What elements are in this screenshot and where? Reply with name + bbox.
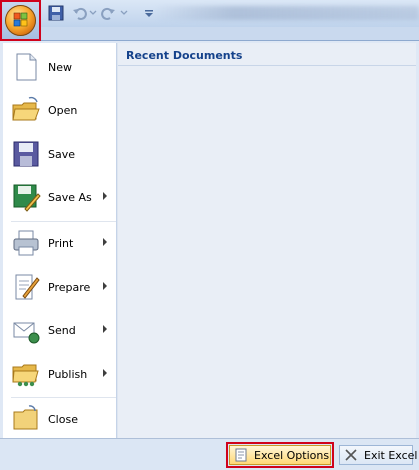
excel-options-label: Excel Options (254, 449, 330, 462)
publish-icon (12, 364, 39, 387)
menu-separator (11, 397, 116, 398)
recent-documents-title: Recent Documents (126, 49, 243, 62)
menu-item-send[interactable]: Send (3, 311, 116, 351)
send-icon (13, 322, 40, 344)
menu-item-save[interactable]: Save (3, 135, 116, 175)
save-as-icon (13, 184, 41, 212)
menu-item-label: Save (48, 148, 76, 161)
submenu-arrow-icon (103, 238, 107, 246)
redo-dropdown-icon[interactable] (120, 5, 128, 21)
exit-excel-button[interactable]: Exit Excel (339, 445, 417, 465)
menu-item-label: Prepare (48, 281, 91, 294)
submenu-arrow-icon (103, 282, 107, 290)
customize-qat-icon[interactable] (144, 5, 154, 21)
menu-item-label: Open (48, 104, 78, 117)
menu-item-save-as[interactable]: Save As (3, 178, 116, 218)
quick-access-toolbar (0, 0, 419, 27)
menu-item-label: Print (48, 237, 74, 250)
submenu-arrow-icon (103, 325, 107, 333)
undo-icon[interactable] (72, 5, 88, 21)
menu-item-label: Send (48, 324, 76, 337)
menu-item-print[interactable]: Print (3, 224, 116, 264)
office-logo-icon (5, 5, 36, 36)
recent-documents-pane: Recent Documents (117, 43, 416, 439)
menu-commands-pane: New Open Save Save As Print Prepare Send… (3, 43, 117, 439)
close-folder-icon (13, 405, 38, 430)
menu-item-close[interactable]: Close (3, 400, 116, 440)
menu-separator (11, 221, 116, 222)
submenu-arrow-icon (103, 192, 107, 200)
menu-item-new[interactable]: New (3, 48, 116, 88)
new-document-icon (16, 53, 37, 81)
redo-icon[interactable] (100, 5, 116, 21)
save-icon (13, 141, 39, 167)
recent-documents-divider (118, 65, 416, 66)
prepare-document-icon (15, 274, 40, 300)
menu-bottom-bar: Excel Options Exit Excel (0, 438, 419, 470)
menu-item-label: Close (48, 413, 78, 426)
close-icon (345, 449, 357, 461)
submenu-arrow-icon (103, 369, 107, 377)
menu-item-prepare[interactable]: Prepare (3, 268, 116, 308)
office-menu: New Open Save Save As Print Prepare Send… (0, 40, 419, 470)
menu-item-open[interactable]: Open (3, 91, 116, 131)
menu-item-publish[interactable]: Publish (3, 355, 116, 395)
save-icon[interactable] (48, 5, 64, 21)
menu-item-label: New (48, 61, 72, 74)
window-title-blurred (155, 6, 419, 20)
printer-icon (13, 230, 39, 256)
exit-excel-label: Exit Excel (364, 449, 418, 462)
office-button[interactable] (0, 0, 41, 41)
undo-dropdown-icon[interactable] (89, 5, 97, 21)
excel-options-button[interactable]: Excel Options (226, 442, 334, 468)
menu-item-label: Publish (48, 368, 88, 381)
menu-item-label: Save As (48, 191, 92, 204)
options-icon (235, 448, 247, 462)
open-folder-icon (12, 96, 40, 121)
